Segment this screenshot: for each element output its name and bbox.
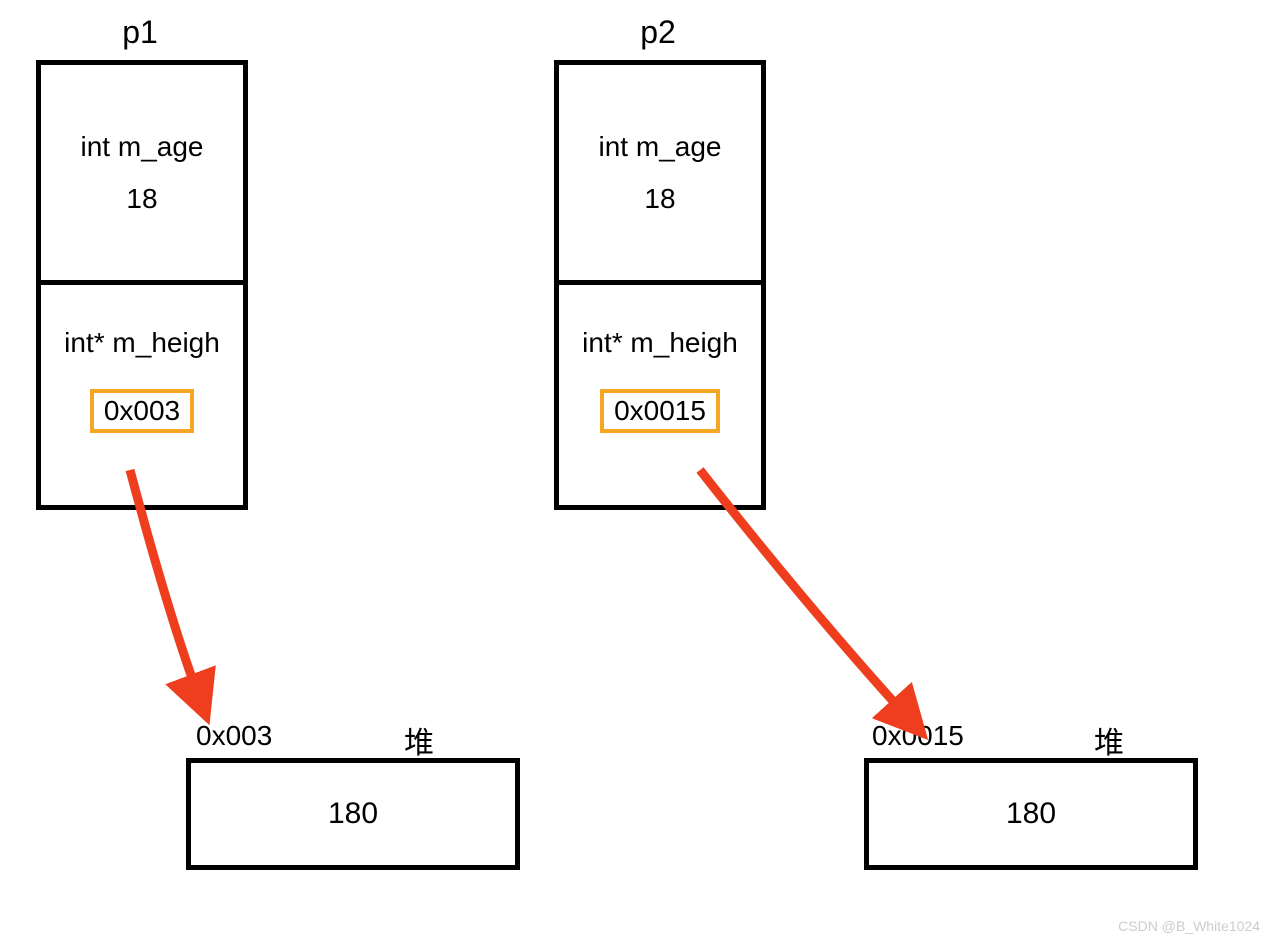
p2-age-field: int m_age bbox=[599, 131, 722, 163]
heap2-value: 180 bbox=[1006, 797, 1056, 831]
p2-label: p2 bbox=[628, 14, 688, 51]
heap1-label: 堆 bbox=[404, 718, 434, 762]
p2-age-value: 18 bbox=[644, 183, 675, 215]
p1-label: p1 bbox=[110, 14, 170, 51]
p1-height-cell: int* m_heigh 0x003 bbox=[41, 285, 243, 505]
heap2-addr: 0x0015 bbox=[872, 720, 964, 752]
p1-box: int m_age 18 int* m_heigh 0x003 bbox=[36, 60, 248, 510]
p1-addr-box: 0x003 bbox=[90, 389, 194, 433]
heap1-value: 180 bbox=[328, 797, 378, 831]
heap1-addr: 0x003 bbox=[196, 720, 272, 752]
p2-height-cell: int* m_heigh 0x0015 bbox=[559, 285, 761, 505]
p2-box: int m_age 18 int* m_heigh 0x0015 bbox=[554, 60, 766, 510]
p1-age-field: int m_age bbox=[81, 131, 204, 163]
p2-addr-box: 0x0015 bbox=[600, 389, 720, 433]
p1-age-value: 18 bbox=[126, 183, 157, 215]
watermark: CSDN @B_White1024 bbox=[1118, 918, 1260, 934]
p2-age-cell: int m_age 18 bbox=[559, 65, 761, 285]
heap2-label: 堆 bbox=[1094, 718, 1124, 762]
p1-height-field: int* m_heigh bbox=[64, 327, 220, 359]
heap1-box: 180 bbox=[186, 758, 520, 870]
p2-height-field: int* m_heigh bbox=[582, 327, 738, 359]
heap2-box: 180 bbox=[864, 758, 1198, 870]
p1-age-cell: int m_age 18 bbox=[41, 65, 243, 285]
